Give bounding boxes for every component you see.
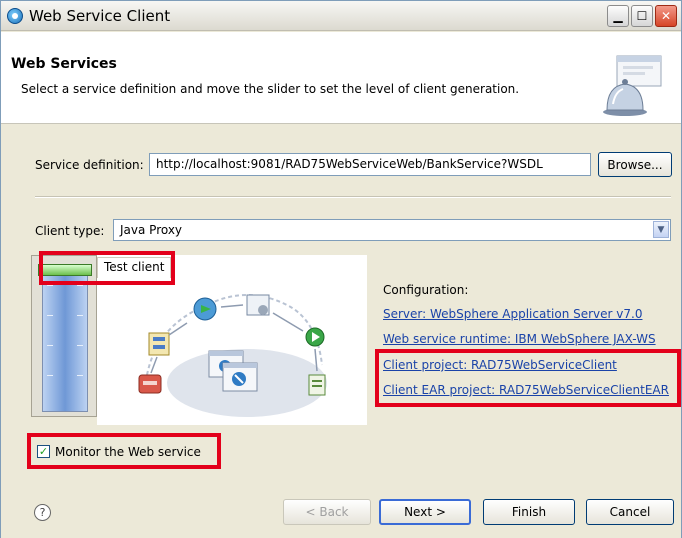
server-link[interactable]: Server: WebSphere Application Server v7.… [383, 307, 642, 321]
help-icon[interactable]: ? [34, 504, 51, 521]
test-client-highlight [39, 251, 175, 285]
web-service-client-dialog: Web Service Client ▁ ☐ ✕ Web Services Se… [0, 0, 682, 538]
client-type-label: Client type: [35, 224, 105, 238]
slider-track[interactable] [42, 264, 88, 412]
service-definition-field[interactable]: http://localhost:9081/RAD75WebServiceWeb… [149, 153, 591, 176]
service-definition-label: Service definition: [35, 158, 144, 172]
page-description: Select a service definition and move the… [21, 82, 520, 96]
cancel-button[interactable]: Cancel [586, 499, 674, 525]
wizard-body: Service definition: http://localhost:908… [1, 125, 681, 538]
wizard-header: Web Services Select a service definition… [1, 32, 681, 124]
separator [35, 196, 671, 198]
slider-tick [47, 315, 53, 316]
slider-tick [47, 345, 53, 346]
page-title: Web Services [11, 56, 117, 72]
slider-tick [77, 315, 83, 316]
slider-tick [77, 375, 83, 376]
slider-tick [77, 285, 83, 286]
window-title: Web Service Client [29, 7, 171, 25]
close-icon: ✕ [660, 9, 672, 23]
chevron-down-icon[interactable]: ▼ [653, 221, 669, 238]
slider-tick [47, 375, 53, 376]
client-project-highlight [375, 349, 681, 407]
client-type-value: Java Proxy [120, 223, 183, 237]
back-button[interactable]: < Back [283, 499, 371, 525]
minimize-icon: ▁ [613, 9, 623, 23]
title-bar[interactable]: Web Service Client ▁ ☐ ✕ [1, 1, 681, 31]
client-type-dropdown[interactable]: Java Proxy ▼ [113, 219, 671, 241]
browse-button[interactable]: Browse... [598, 152, 672, 177]
finish-button[interactable]: Finish [483, 499, 575, 525]
close-button[interactable]: ✕ [655, 5, 677, 27]
next-button[interactable]: Next > [379, 499, 471, 525]
maximize-button[interactable]: ☐ [631, 5, 653, 27]
slider-tick [77, 345, 83, 346]
slider-tick [47, 285, 53, 286]
maximize-icon: ☐ [636, 9, 648, 23]
configuration-label: Configuration: [383, 283, 469, 297]
app-globe-icon [7, 8, 23, 24]
web-service-runtime-link[interactable]: Web service runtime: IBM WebSphere JAX-W… [383, 332, 656, 346]
monitor-highlight [27, 433, 221, 469]
minimize-button[interactable]: ▁ [607, 5, 629, 27]
wizard-bell-icon [603, 55, 662, 116]
